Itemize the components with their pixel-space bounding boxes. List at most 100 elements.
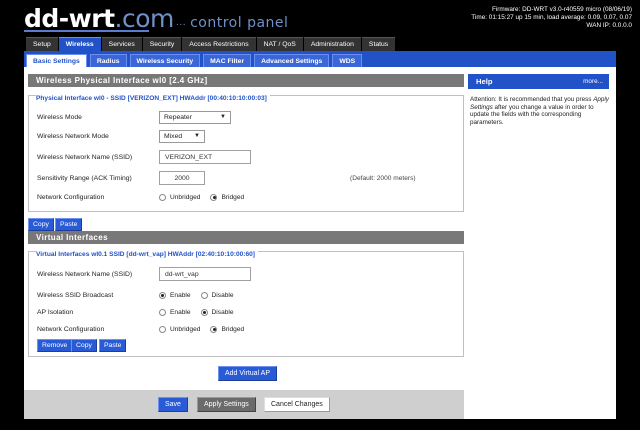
radio-checked-icon	[210, 193, 218, 201]
subtab-mac-filter[interactable]: MAC Filter	[203, 54, 252, 67]
network-config-label: Network Configuration	[37, 193, 105, 201]
row-vap-network-config: Network Configuration Unbridged Bridged	[37, 322, 457, 336]
ack-input[interactable]: 2000	[159, 171, 205, 185]
vap-ssid-input[interactable]: dd-wrt_vap	[159, 267, 251, 281]
subtab-wds[interactable]: WDS	[332, 54, 363, 67]
radio-unbridged-label: Unbridged	[170, 325, 201, 333]
radio-circle-icon	[159, 308, 166, 316]
network-mode-select[interactable]: Mixed ▼	[159, 129, 205, 143]
network-config-ctl: Unbridged Bridged	[159, 193, 254, 201]
network-mode-value: Mixed	[164, 132, 183, 140]
footer-bar: Save Apply Settings Cancel Changes	[24, 390, 464, 419]
radio-bridged[interactable]: Bridged	[210, 193, 245, 201]
wireless-mode-ctl: Repeater ▼	[159, 110, 231, 124]
uptime-text: Time: 01:15:27 up 15 min, load average: …	[471, 14, 632, 22]
chevron-down-icon: ▼	[220, 114, 226, 120]
vap-network-config-label: Network Configuration	[37, 325, 105, 333]
subtab-radius[interactable]: Radius	[89, 54, 127, 67]
network-mode-label: Wireless Network Mode	[37, 132, 109, 140]
vap-network-config-ctl: Unbridged Bridged	[159, 325, 254, 333]
status-info: Firmware: DD-WRT v3.0-r40559 micro (08/0…	[471, 6, 632, 31]
panel-title-text: control panel	[190, 15, 289, 31]
ap-isolation-ctl: Enable Disable	[159, 308, 244, 316]
right-frame	[616, 51, 640, 430]
ssid-broadcast-label: Wireless SSID Broadcast	[37, 291, 114, 299]
logo-main: dd-wrt	[24, 4, 115, 33]
ssid-input[interactable]: VERIZON_EXT	[159, 150, 251, 164]
tab-security[interactable]: Security	[142, 37, 182, 51]
logo-underline	[24, 30, 149, 32]
tab-administration[interactable]: Administration	[303, 37, 361, 51]
wan-ip-text: WAN IP: 0.0.0.0	[586, 22, 632, 30]
tab-services[interactable]: Services	[101, 37, 142, 51]
radio-vap-unbridged[interactable]: Unbridged	[159, 325, 201, 333]
physical-section-title: Wireless Physical Interface wl0 [2.4 GHz…	[28, 74, 464, 87]
radio-unbridged[interactable]: Unbridged	[159, 193, 200, 201]
sub-tabs: Basic Settings Radius Wireless Security …	[24, 51, 616, 67]
radio-bridged-label: Bridged	[221, 193, 245, 201]
wireless-mode-label: Wireless Mode	[37, 113, 82, 121]
main-tabs: Setup Wireless Services Security Access …	[26, 37, 396, 51]
add-virtual-ap-button[interactable]: Add Virtual AP	[218, 366, 278, 381]
row-network-config: Network Configuration Unbridged Bridged	[37, 190, 457, 204]
paste-button[interactable]: Paste	[55, 218, 83, 231]
ack-default-text: (Default: 2000 meters)	[350, 174, 416, 182]
subtab-basic-settings[interactable]: Basic Settings	[26, 54, 87, 67]
help-panel: Help more... Attention: It is recommende…	[468, 74, 609, 126]
wireless-mode-value: Repeater	[164, 113, 192, 121]
remove-vap-button[interactable]: Remove	[37, 339, 73, 352]
ack-ctl: 2000	[159, 171, 205, 185]
copy-vap-button[interactable]: Copy	[71, 339, 97, 352]
paste-vap-button[interactable]: Paste	[99, 339, 127, 352]
virtual-legend: Virtual Interfaces wl0.1 SSID [dd-wrt_va…	[36, 251, 259, 258]
row-ssid: Wireless Network Name (SSID) VERIZON_EXT	[37, 150, 457, 164]
row-ack: Sensitivity Range (ACK Timing) 2000 (Def…	[37, 171, 457, 185]
radio-circle-icon	[159, 193, 166, 201]
help-text: Attention: It is recommended that you pr…	[468, 96, 609, 126]
network-mode-ctl: Mixed ▼	[159, 129, 205, 143]
physical-legend: Physical Interface wl0 - SSID [VERIZON_E…	[36, 95, 270, 102]
radio-broadcast-enable[interactable]: Enable	[159, 291, 191, 299]
radio-broadcast-disable[interactable]: Disable	[200, 291, 234, 299]
radio-enable-label: Enable	[170, 291, 191, 299]
header: dd-wrt.com ... control panel Firmware: DD…	[0, 0, 640, 36]
radio-bridged-label: Bridged	[221, 325, 245, 333]
radio-circle-icon	[200, 291, 208, 299]
ssid-label: Wireless Network Name (SSID)	[37, 153, 133, 161]
radio-circle-icon	[159, 325, 166, 333]
radio-isolation-disable[interactable]: Disable	[200, 308, 234, 316]
tab-nat-qos[interactable]: NAT / QoS	[256, 37, 303, 51]
wireless-mode-select[interactable]: Repeater ▼	[159, 110, 231, 124]
help-header: Help more...	[468, 74, 609, 89]
help-more-link[interactable]: more...	[583, 74, 603, 89]
tab-setup[interactable]: Setup	[26, 37, 58, 51]
panel-dots: ...	[176, 18, 187, 28]
radio-vap-bridged[interactable]: Bridged	[210, 325, 245, 333]
ack-label: Sensitivity Range (ACK Timing)	[37, 174, 132, 182]
cancel-changes-button[interactable]: Cancel Changes	[264, 397, 330, 412]
virtual-section-title: Virtual Interfaces	[28, 231, 464, 244]
radio-enable-label: Enable	[170, 308, 191, 316]
tab-status[interactable]: Status	[361, 37, 396, 51]
help-text-part1: Attention: It is recommended that you pr…	[470, 96, 594, 103]
subtab-wireless-security[interactable]: Wireless Security	[129, 54, 201, 67]
apply-settings-button[interactable]: Apply Settings	[197, 397, 256, 412]
logo: dd-wrt.com	[24, 4, 174, 33]
radio-checked-icon	[200, 308, 208, 316]
tab-access-restrictions[interactable]: Access Restrictions	[182, 37, 256, 51]
radio-disable-label: Disable	[211, 308, 234, 316]
radio-isolation-enable[interactable]: Enable	[159, 308, 191, 316]
ssid-ctl: VERIZON_EXT	[159, 150, 251, 164]
row-network-mode: Wireless Network Mode Mixed ▼	[37, 129, 457, 143]
row-vap-ssid: Wireless Network Name (SSID) dd-wrt_vap	[37, 267, 457, 281]
row-ap-isolation: AP Isolation Enable Disable	[37, 305, 457, 319]
tab-wireless[interactable]: Wireless	[58, 37, 101, 51]
ssid-broadcast-ctl: Enable Disable	[159, 291, 244, 299]
radio-checked-icon	[210, 325, 218, 333]
copy-button[interactable]: Copy	[28, 218, 54, 231]
physical-fieldset: Physical Interface wl0 - SSID [VERIZON_E…	[28, 95, 464, 212]
save-button[interactable]: Save	[158, 397, 188, 412]
vap-ssid-label: Wireless Network Name (SSID)	[37, 270, 133, 278]
logo-suffix: .com	[114, 4, 175, 33]
subtab-advanced-settings[interactable]: Advanced Settings	[254, 54, 330, 67]
